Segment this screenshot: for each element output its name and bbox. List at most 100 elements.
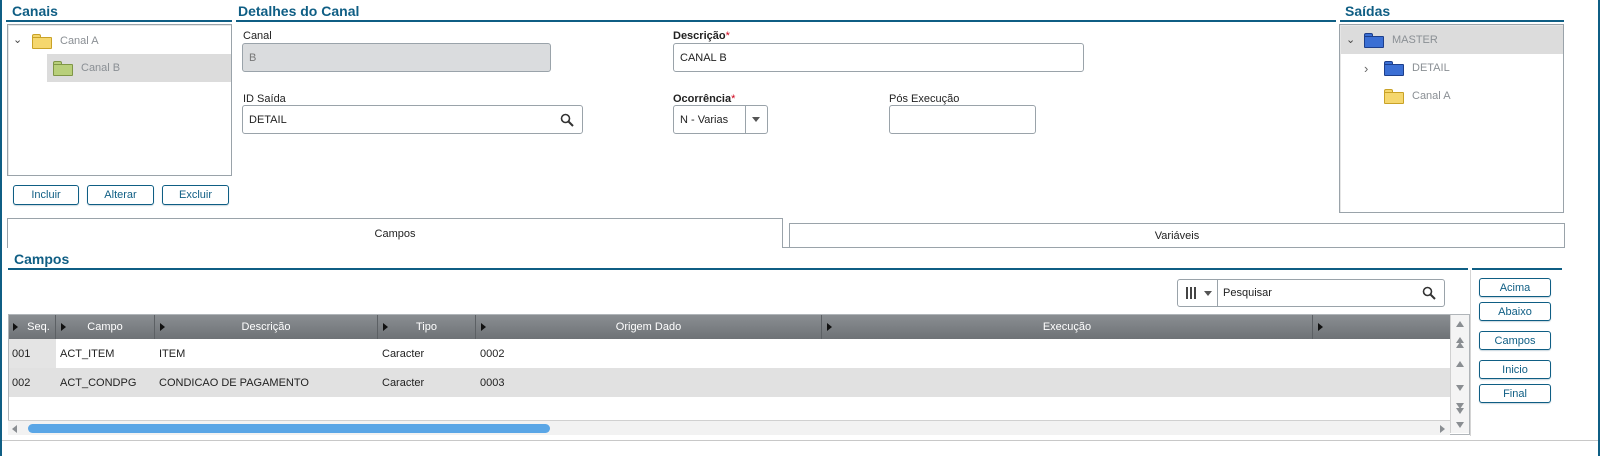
scroll-left-icon[interactable] — [12, 425, 17, 433]
cell-seq: 002 — [12, 376, 31, 389]
inicio-button[interactable]: Inicio — [1479, 360, 1551, 379]
scroll-top-icon[interactable] — [1456, 321, 1464, 327]
tab-campos[interactable]: Campos — [7, 218, 783, 248]
column-header-label: Campo — [87, 321, 123, 333]
canais-title: Canais — [12, 3, 58, 19]
search-input[interactable]: Pesquisar — [1223, 287, 1272, 299]
scroll-right-icon[interactable] — [1440, 425, 1445, 433]
tab-label: Variáveis — [1154, 229, 1200, 242]
campos-title: Campos — [14, 251, 70, 267]
cell-tipo: Caracter — [382, 347, 425, 360]
detalhes-title: Detalhes do Canal — [238, 3, 360, 19]
descricao-label: Descrição* — [673, 30, 730, 42]
excluir-button[interactable]: Excluir — [162, 185, 229, 205]
folder-icon — [1384, 60, 1404, 76]
side-panel-separator — [1470, 270, 1471, 436]
required-mark: * — [725, 30, 730, 42]
chevron-down-icon[interactable]: ⌄ — [1346, 33, 1355, 46]
column-header-extra[interactable] — [1313, 315, 1450, 339]
column-header-label: Descrição — [241, 321, 291, 333]
tree-item-canal-a[interactable]: Canal A — [32, 27, 230, 55]
cell-descricao: ITEM — [159, 347, 186, 360]
campos-button[interactable]: Campos — [1479, 331, 1551, 350]
id-saida-field[interactable]: DETAIL — [242, 105, 583, 134]
saidas-title: Saídas — [1345, 3, 1391, 19]
tree-item-canal-b[interactable]: Canal B — [47, 54, 231, 82]
horizontal-scrollbar[interactable] — [8, 420, 1450, 435]
tab-variaveis[interactable]: Variáveis — [789, 223, 1565, 248]
column-header-label: Origem Dado — [615, 321, 682, 333]
tree-item-detail[interactable]: DETAIL — [1384, 54, 1450, 82]
expand-arrow-icon — [383, 323, 388, 331]
column-header-origem[interactable]: Origem Dado — [476, 315, 822, 339]
column-header-descricao[interactable]: Descrição — [155, 315, 378, 339]
descricao-field[interactable]: CANAL B — [673, 43, 1084, 72]
id-saida-value: DETAIL — [249, 113, 287, 126]
expand-arrow-icon — [481, 323, 486, 331]
cell-origem: 0003 — [480, 376, 505, 389]
table-row[interactable]: 001 ACT_ITEM ITEM Caracter 0002 — [8, 339, 1450, 368]
acima-button[interactable]: Acima — [1479, 278, 1551, 297]
caret-down-icon — [1204, 291, 1212, 296]
canais-tree[interactable]: ⌄ Canal A Canal B — [7, 24, 232, 176]
column-chooser-button[interactable] — [1178, 280, 1218, 306]
dropdown-toggle[interactable] — [745, 106, 767, 133]
column-header-label: Seq. — [27, 321, 50, 333]
incluir-button[interactable]: Incluir — [13, 185, 79, 205]
folder-open-icon — [32, 33, 52, 49]
canal-field[interactable]: B — [242, 43, 551, 72]
folder-icon — [53, 60, 73, 76]
chevron-right-icon[interactable]: › — [1364, 61, 1368, 76]
horizontal-scroll-thumb[interactable] — [28, 424, 550, 433]
cell-campo: ACT_ITEM — [60, 347, 115, 360]
cell-tipo: Caracter — [382, 376, 425, 389]
ocorrencia-label-text: Ocorrência — [673, 93, 732, 105]
grid-header: Seq. Campo Descrição Tipo Origem Dado Ex… — [8, 315, 1450, 339]
tree-item-label: MASTER — [1392, 34, 1438, 46]
column-header-label: Tipo — [416, 321, 437, 333]
expand-arrow-icon — [160, 323, 165, 331]
cell-execucao — [822, 368, 1313, 397]
grid-search-box[interactable]: Pesquisar — [1177, 279, 1445, 307]
tab-label: Campos — [374, 227, 416, 240]
saidas-divider — [1340, 20, 1564, 22]
descricao-label-text: Descrição — [673, 30, 726, 42]
scroll-page-down-icon-2 — [1456, 408, 1464, 414]
abaixo-button[interactable]: Abaixo — [1479, 302, 1551, 321]
descricao-value: CANAL B — [680, 51, 727, 64]
column-header-seq[interactable]: Seq. — [8, 315, 56, 339]
chevron-down-icon[interactable]: ⌄ — [13, 33, 22, 46]
column-header-execucao[interactable]: Execução — [822, 315, 1313, 339]
canal-label: Canal — [243, 30, 272, 42]
scroll-up-icon[interactable] — [1456, 361, 1464, 367]
ocorrencia-select[interactable]: N - Varias — [673, 105, 768, 134]
vertical-scrollbar[interactable] — [1450, 315, 1469, 433]
canal-value: B — [249, 51, 257, 64]
ocorrencia-label: Ocorrência* — [673, 93, 735, 105]
pos-execucao-field[interactable] — [889, 105, 1036, 134]
folder-open-icon — [1364, 32, 1384, 48]
expand-arrow-icon — [827, 323, 832, 331]
cell-seq: 001 — [8, 339, 56, 368]
tree-item-label: Canal B — [81, 62, 121, 74]
cell-descricao: CONDICAO DE PAGAMENTO — [159, 376, 309, 389]
scroll-bottom-icon[interactable] — [1456, 422, 1464, 428]
final-button[interactable]: Final — [1479, 384, 1551, 403]
saidas-tree[interactable]: ⌄ MASTER › DETAIL Canal A — [1339, 24, 1564, 213]
expand-arrow-icon — [1318, 323, 1323, 331]
scroll-down-icon[interactable] — [1456, 385, 1464, 391]
scroll-page-up-icon-2 — [1456, 342, 1464, 348]
column-header-tipo[interactable]: Tipo — [378, 315, 476, 339]
tree-item-canal-a[interactable]: Canal A — [1384, 82, 1451, 110]
alterar-button[interactable]: Alterar — [87, 185, 154, 205]
table-row[interactable]: 002 ACT_CONDPG CONDICAO DE PAGAMENTO Car… — [8, 368, 1450, 397]
search-icon[interactable] — [1422, 286, 1436, 300]
tree-item-master[interactable]: MASTER — [1364, 26, 1438, 54]
canais-divider — [6, 20, 232, 22]
folder-icon — [1384, 88, 1404, 104]
search-icon[interactable] — [560, 113, 574, 127]
column-header-campo[interactable]: Campo — [56, 315, 155, 339]
campos-divider — [8, 268, 1468, 270]
tree-item-label: DETAIL — [1412, 62, 1450, 74]
expand-arrow-icon — [13, 323, 18, 331]
